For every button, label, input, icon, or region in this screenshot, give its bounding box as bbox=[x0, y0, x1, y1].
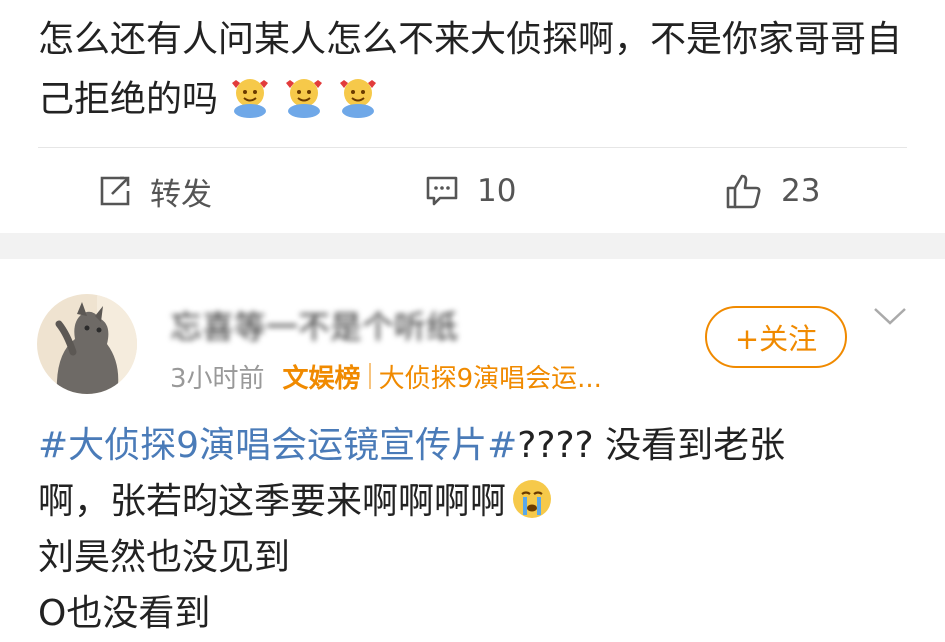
source-tag[interactable]: 文娱榜 bbox=[283, 358, 361, 395]
section-separator bbox=[0, 233, 945, 259]
repost-icon bbox=[100, 176, 130, 206]
comment-line-3: 刘昊然也没见到 bbox=[38, 537, 291, 578]
comment-line-4: O也没看到 bbox=[38, 593, 211, 634]
comment-line-2: 啊，张若昀这季要来啊啊啊啊 bbox=[38, 474, 918, 530]
post-text: 怎么还有人问某人怎么不来大侦探啊，不是你家哥哥自己拒绝的吗 bbox=[38, 10, 918, 130]
repost-label: 转发 bbox=[150, 176, 212, 213]
post-body: 怎么还有人问某人怎么不来大侦探啊，不是你家哥哥自己拒绝的吗 bbox=[38, 19, 903, 120]
comment-line-2-text: 啊，张若昀这季要来啊啊啊啊 bbox=[38, 481, 507, 522]
comment-line-1: #大侦探9演唱会运镜宣传片#???? 没看到老张 bbox=[38, 418, 918, 474]
hashtag-link[interactable]: #大侦探9演唱会运镜宣传片# bbox=[38, 425, 517, 466]
comment-button[interactable]: 10 bbox=[425, 160, 516, 222]
hug-emoji bbox=[282, 75, 326, 119]
action-bar: 转发 10 23 bbox=[0, 160, 945, 222]
username[interactable]: 忘喜等一不是个听纸 bbox=[170, 306, 550, 348]
crying-emoji bbox=[510, 477, 554, 521]
comment-icon bbox=[426, 176, 458, 206]
hug-emoji bbox=[228, 75, 272, 119]
follow-button[interactable]: +关注 bbox=[705, 306, 847, 368]
comment-body: #大侦探9演唱会运镜宣传片#???? 没看到老张 啊，张若昀这季要来啊啊啊啊 刘… bbox=[38, 418, 918, 642]
like-count: 23 bbox=[781, 173, 821, 209]
repost-button[interactable]: 转发 bbox=[98, 160, 212, 222]
hug-emoji bbox=[336, 75, 380, 119]
comment-count: 10 bbox=[477, 173, 517, 209]
avatar[interactable] bbox=[37, 294, 137, 394]
topic-link[interactable]: 大侦探9演唱会运... bbox=[379, 358, 602, 395]
divider bbox=[38, 147, 907, 148]
like-button[interactable]: 23 bbox=[725, 160, 820, 222]
follow-label: +关注 bbox=[734, 322, 818, 356]
thumbs-up-icon bbox=[726, 174, 761, 209]
chevron-down-icon[interactable] bbox=[872, 305, 908, 327]
meta-separator bbox=[368, 363, 371, 389]
comment-meta: 3小时前 文娱榜 大侦探9演唱会运... bbox=[170, 356, 602, 396]
timestamp: 3小时前 bbox=[170, 363, 265, 394]
comment-line-1-text: ???? 没看到老张 bbox=[517, 425, 786, 466]
